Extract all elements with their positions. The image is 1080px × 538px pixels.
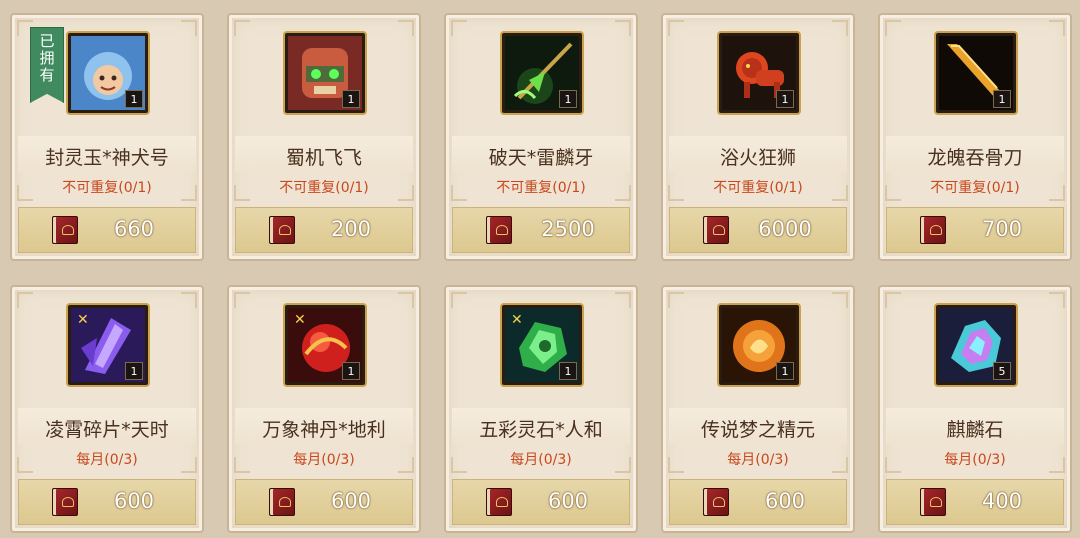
item-name: 万象神丹*地利 — [262, 419, 386, 441]
shop-item-card[interactable]: ✕ 1 万象神丹*地利 每月(0/3) 600 — [227, 285, 421, 533]
cross-mark-icon: ✕ — [294, 312, 306, 328]
purchase-limit: 不可重复(0/1) — [279, 180, 369, 196]
green-gem-icon[interactable]: ✕ 1 — [502, 305, 582, 385]
price-button[interactable]: 200 — [235, 207, 413, 253]
golden-essence-icon[interactable]: 1 — [719, 305, 799, 385]
rainbow-crystal-icon[interactable]: 5 — [936, 305, 1016, 385]
cross-mark-icon: ✕ — [511, 312, 523, 328]
mech-dog-icon[interactable]: 1 — [285, 33, 365, 113]
shop-item-card[interactable]: 1 传说梦之精元 每月(0/3) 600 — [661, 285, 855, 533]
shop-grid: 已 拥 有 1 封灵玉*神犬号 不可重复(0/1) 660 1 蜀机飞飞 不可重… — [0, 0, 1080, 538]
price-value: 600 — [547, 489, 589, 513]
price-value: 2500 — [541, 217, 595, 241]
purple-crystal-icon[interactable]: ✕ 1 — [68, 305, 148, 385]
price-value: 600 — [330, 489, 372, 513]
quantity-badge: 5 — [993, 362, 1011, 380]
book-currency-icon — [269, 488, 295, 516]
quantity-badge: 1 — [125, 362, 143, 380]
book-currency-icon — [703, 488, 729, 516]
price-button[interactable]: 600 — [669, 479, 847, 525]
owned-badge-char: 拥 — [39, 49, 55, 67]
price-button[interactable]: 400 — [886, 479, 1064, 525]
item-name: 五彩灵石*人和 — [479, 419, 603, 441]
price-button[interactable]: 2500 — [452, 207, 630, 253]
shop-item-card[interactable]: 5 麒麟石 每月(0/3) 400 — [878, 285, 1072, 533]
price-value: 700 — [981, 217, 1023, 241]
purchase-limit: 不可重复(0/1) — [62, 180, 152, 196]
hooded-pet-icon[interactable]: 1 — [68, 33, 148, 113]
glaive-weapon-icon[interactable]: 1 — [502, 33, 582, 113]
quantity-badge: 1 — [993, 90, 1011, 108]
shop-item-card[interactable]: ✕ 1 凌霄碎片*天时 每月(0/3) 600 — [10, 285, 204, 533]
shop-item-card[interactable]: ✕ 1 五彩灵石*人和 每月(0/3) 600 — [444, 285, 638, 533]
book-currency-icon — [52, 216, 78, 244]
purchase-limit: 每月(0/3) — [727, 452, 789, 468]
cross-mark-icon: ✕ — [77, 312, 89, 328]
quantity-badge: 1 — [559, 90, 577, 108]
book-currency-icon — [52, 488, 78, 516]
book-currency-icon — [269, 216, 295, 244]
shop-item-card[interactable]: 1 龙魄吞骨刀 不可重复(0/1) 700 — [878, 13, 1072, 261]
price-value: 600 — [113, 489, 155, 513]
shop-item-card[interactable]: 1 浴火狂狮 不可重复(0/1) 6000 — [661, 13, 855, 261]
owned-badge: 已 拥 有 — [30, 27, 64, 103]
price-value: 6000 — [758, 217, 812, 241]
book-currency-icon — [920, 488, 946, 516]
shop-item-card[interactable]: 已 拥 有 1 封灵玉*神犬号 不可重复(0/1) 660 — [10, 13, 204, 261]
golden-blade-icon[interactable]: 1 — [936, 33, 1016, 113]
quantity-badge: 1 — [559, 362, 577, 380]
price-button[interactable]: 600 — [18, 479, 196, 525]
shop-item-card[interactable]: 1 蜀机飞飞 不可重复(0/1) 200 — [227, 13, 421, 261]
shop-item-card[interactable]: 1 破天*雷麟牙 不可重复(0/1) 2500 — [444, 13, 638, 261]
quantity-badge: 1 — [342, 90, 360, 108]
item-name: 蜀机飞飞 — [285, 147, 362, 169]
item-name: 龙魄吞骨刀 — [927, 147, 1023, 169]
purchase-limit: 不可重复(0/1) — [713, 180, 803, 196]
quantity-badge: 1 — [776, 90, 794, 108]
item-name: 封灵玉*神犬号 — [45, 147, 169, 169]
price-value: 400 — [981, 489, 1023, 513]
price-button[interactable]: 600 — [235, 479, 413, 525]
item-name: 传说梦之精元 — [700, 419, 815, 441]
book-currency-icon — [920, 216, 946, 244]
purchase-limit: 每月(0/3) — [510, 452, 572, 468]
purchase-limit: 不可重复(0/1) — [496, 180, 586, 196]
quantity-badge: 1 — [125, 90, 143, 108]
price-button[interactable]: 6000 — [669, 207, 847, 253]
price-value: 600 — [764, 489, 806, 513]
red-orb-icon[interactable]: ✕ 1 — [285, 305, 365, 385]
item-name: 破天*雷麟牙 — [488, 147, 594, 169]
item-name: 浴火狂狮 — [719, 147, 796, 169]
fire-lion-icon[interactable]: 1 — [719, 33, 799, 113]
quantity-badge: 1 — [342, 362, 360, 380]
book-currency-icon — [486, 488, 512, 516]
purchase-limit: 每月(0/3) — [944, 452, 1006, 468]
price-button[interactable]: 700 — [886, 207, 1064, 253]
purchase-limit: 不可重复(0/1) — [930, 180, 1020, 196]
book-currency-icon — [703, 216, 729, 244]
owned-badge-char: 有 — [39, 66, 55, 84]
item-name: 凌霄碎片*天时 — [45, 419, 169, 441]
purchase-limit: 每月(0/3) — [293, 452, 355, 468]
book-currency-icon — [486, 216, 512, 244]
item-name: 麒麟石 — [946, 419, 1004, 441]
price-button[interactable]: 660 — [18, 207, 196, 253]
purchase-limit: 每月(0/3) — [76, 452, 138, 468]
owned-badge-char: 已 — [39, 32, 55, 50]
price-value: 200 — [330, 217, 372, 241]
price-button[interactable]: 600 — [452, 479, 630, 525]
price-value: 660 — [113, 217, 155, 241]
quantity-badge: 1 — [776, 362, 794, 380]
